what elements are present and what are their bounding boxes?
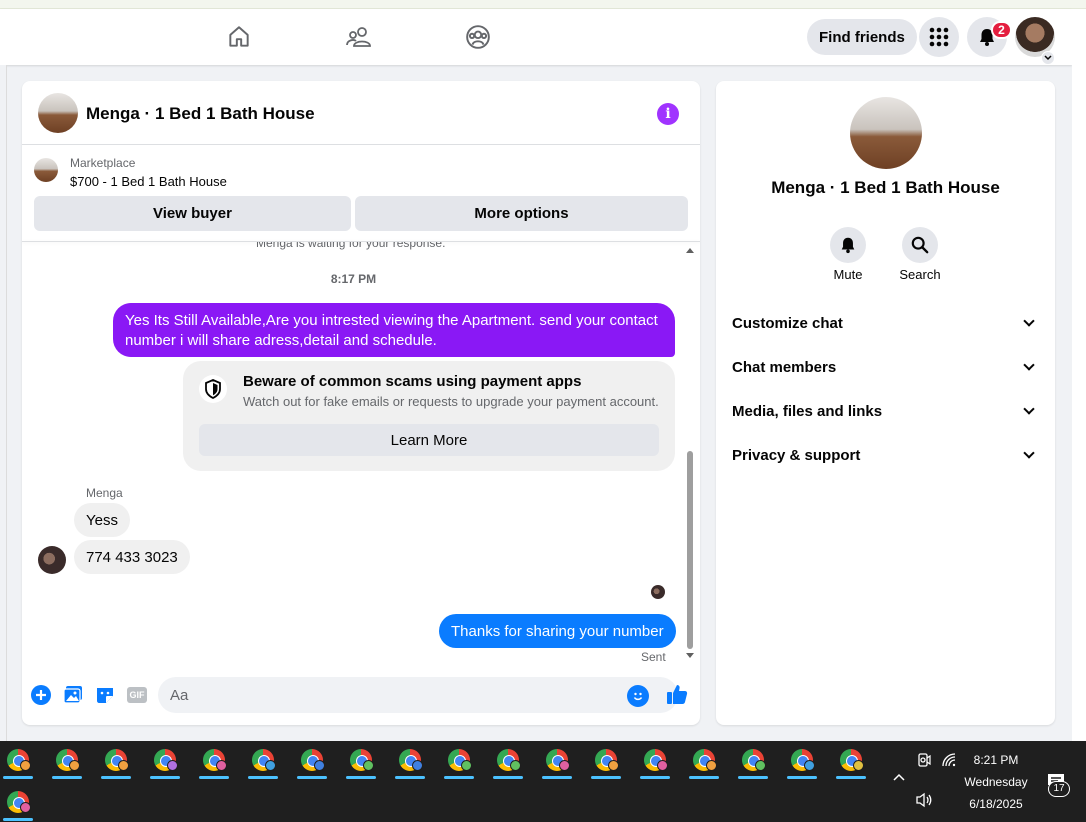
wifi-icon[interactable]: [939, 752, 959, 771]
clock-time[interactable]: 8:21 PM: [962, 753, 1030, 767]
friends-icon[interactable]: [343, 21, 375, 53]
section-label: Chat members: [732, 358, 837, 376]
scam-warning-title: Beware of common scams using payment app…: [243, 373, 582, 390]
sticker-icon[interactable]: [94, 684, 116, 706]
thumbs-up-icon[interactable]: [666, 683, 688, 705]
left-edge-panel: [0, 65, 7, 741]
sender-name: Menga: [86, 486, 123, 500]
scroll-down-arrow-icon[interactable]: [686, 653, 694, 658]
clock-date[interactable]: 6/18/2025: [962, 797, 1030, 811]
shield-icon: [199, 375, 227, 403]
search-button[interactable]: [902, 227, 938, 263]
sender-avatar[interactable]: [38, 546, 66, 574]
chrome-browser-icon[interactable]: [246, 743, 280, 779]
plus-icon[interactable]: [30, 684, 52, 706]
incoming-message[interactable]: 774 433 3023: [74, 540, 190, 574]
chrome-browser-icon[interactable]: [491, 743, 525, 779]
search-label: Search: [899, 267, 941, 282]
mute-label: Mute: [833, 267, 863, 282]
scam-warning-subtitle: Watch out for fake emails or requests to…: [243, 394, 659, 409]
section-label: Media, files and links: [732, 402, 883, 420]
chat-info-panel: Menga · 1 Bed 1 Bath House Mute Search C…: [716, 81, 1055, 725]
chevron-down-icon: [1023, 447, 1035, 459]
meet-now-icon[interactable]: [914, 752, 934, 771]
section-privacy-support[interactable]: Privacy & support: [732, 437, 1039, 473]
clock-day[interactable]: Wednesday: [958, 775, 1034, 789]
message-status: Sent: [641, 650, 666, 664]
more-options-button[interactable]: More options: [355, 196, 688, 231]
chevron-up-icon[interactable]: [888, 771, 910, 785]
message-timestamp: 8:17 PM: [330, 272, 377, 286]
info-icon[interactable]: i: [657, 103, 679, 125]
chrome-browser-icon[interactable]: [295, 743, 329, 779]
chrome-browser-icon[interactable]: [834, 743, 868, 779]
chrome-browser-icon[interactable]: [1, 743, 35, 779]
chrome-browser-icon[interactable]: [736, 743, 770, 779]
view-buyer-button[interactable]: View buyer: [34, 196, 351, 231]
chrome-browser-icon[interactable]: [785, 743, 819, 779]
gif-icon[interactable]: GIF: [126, 684, 148, 706]
chrome-browser-icon[interactable]: [589, 743, 623, 779]
scam-warning-card: Beware of common scams using payment app…: [183, 361, 675, 471]
listing-avatar-large[interactable]: [850, 97, 922, 169]
photo-icon[interactable]: [62, 684, 84, 706]
listing-title[interactable]: $700 - 1 Bed 1 Bath House: [70, 174, 227, 189]
message-input[interactable]: [158, 677, 678, 713]
section-chat-members[interactable]: Chat members: [732, 349, 1039, 385]
notification-badge: 2: [991, 21, 1012, 39]
windows-taskbar: 8:21 PM Wednesday 6/18/2025 17: [0, 741, 1086, 822]
incoming-message[interactable]: Yess: [74, 503, 130, 537]
waiting-notice: Menga is waiting for your response.: [256, 236, 446, 250]
listing-avatar[interactable]: [38, 93, 78, 133]
banner-divider: [22, 241, 700, 242]
search-icon: [911, 236, 929, 254]
outgoing-message[interactable]: Thanks for sharing your number: [439, 614, 676, 648]
marketplace-label: Marketplace: [70, 156, 136, 170]
chrome-browser-icon[interactable]: [393, 743, 427, 779]
section-label: Customize chat: [732, 314, 843, 332]
chrome-browser-icon[interactable]: [99, 743, 133, 779]
menu-grid-button[interactable]: [919, 17, 959, 57]
chrome-browser-icon[interactable]: [148, 743, 182, 779]
outgoing-message[interactable]: Yes Its Still Available,Are you intreste…: [113, 303, 675, 357]
home-icon[interactable]: [223, 21, 255, 53]
chrome-browser-icon[interactable]: [638, 743, 672, 779]
chrome-browser-icon[interactable]: [344, 743, 378, 779]
chat-panel: Menga · 1 Bed 1 Bath House i Marketplace…: [22, 81, 700, 725]
message-scrollbar-thumb[interactable]: [687, 451, 693, 649]
find-friends-button[interactable]: Find friends: [807, 19, 917, 55]
page-scrollbar[interactable]: [1072, 9, 1086, 741]
chrome-browser-icon[interactable]: [50, 743, 84, 779]
seen-indicator-avatar: [651, 585, 665, 599]
info-panel-title: Menga · 1 Bed 1 Bath House: [771, 178, 1000, 197]
chrome-browser-icon[interactable]: [1, 785, 35, 821]
listing-thumbnail[interactable]: [34, 158, 58, 182]
notification-count-badge: 17: [1048, 781, 1070, 797]
chevron-down-icon: [1023, 315, 1035, 327]
chrome-browser-icon[interactable]: [687, 743, 721, 779]
emoji-icon[interactable]: [627, 685, 649, 707]
browser-chrome-strip: [0, 0, 1086, 9]
chat-header: Menga · 1 Bed 1 Bath House i: [22, 81, 700, 145]
chat-title[interactable]: Menga · 1 Bed 1 Bath House: [86, 104, 315, 124]
top-navigation-bar: Find friends 2: [0, 9, 1072, 65]
grid-icon: [929, 27, 949, 47]
bell-icon: [841, 237, 855, 254]
chrome-browser-icon[interactable]: [197, 743, 231, 779]
chevron-down-icon[interactable]: [1041, 51, 1055, 65]
chrome-browser-icon[interactable]: [442, 743, 476, 779]
groups-icon[interactable]: [462, 21, 494, 53]
mute-button[interactable]: [830, 227, 866, 263]
speaker-icon[interactable]: [914, 792, 934, 811]
chevron-down-icon: [1023, 359, 1035, 371]
gif-label: GIF: [127, 687, 147, 703]
section-customize-chat[interactable]: Customize chat: [732, 305, 1039, 341]
section-label: Privacy & support: [732, 446, 861, 464]
scroll-up-arrow-icon[interactable]: [686, 248, 694, 253]
learn-more-button[interactable]: Learn More: [199, 424, 659, 456]
section-media-files-links[interactable]: Media, files and links: [732, 393, 1039, 429]
chrome-browser-icon[interactable]: [540, 743, 574, 779]
chevron-down-icon: [1023, 403, 1035, 415]
